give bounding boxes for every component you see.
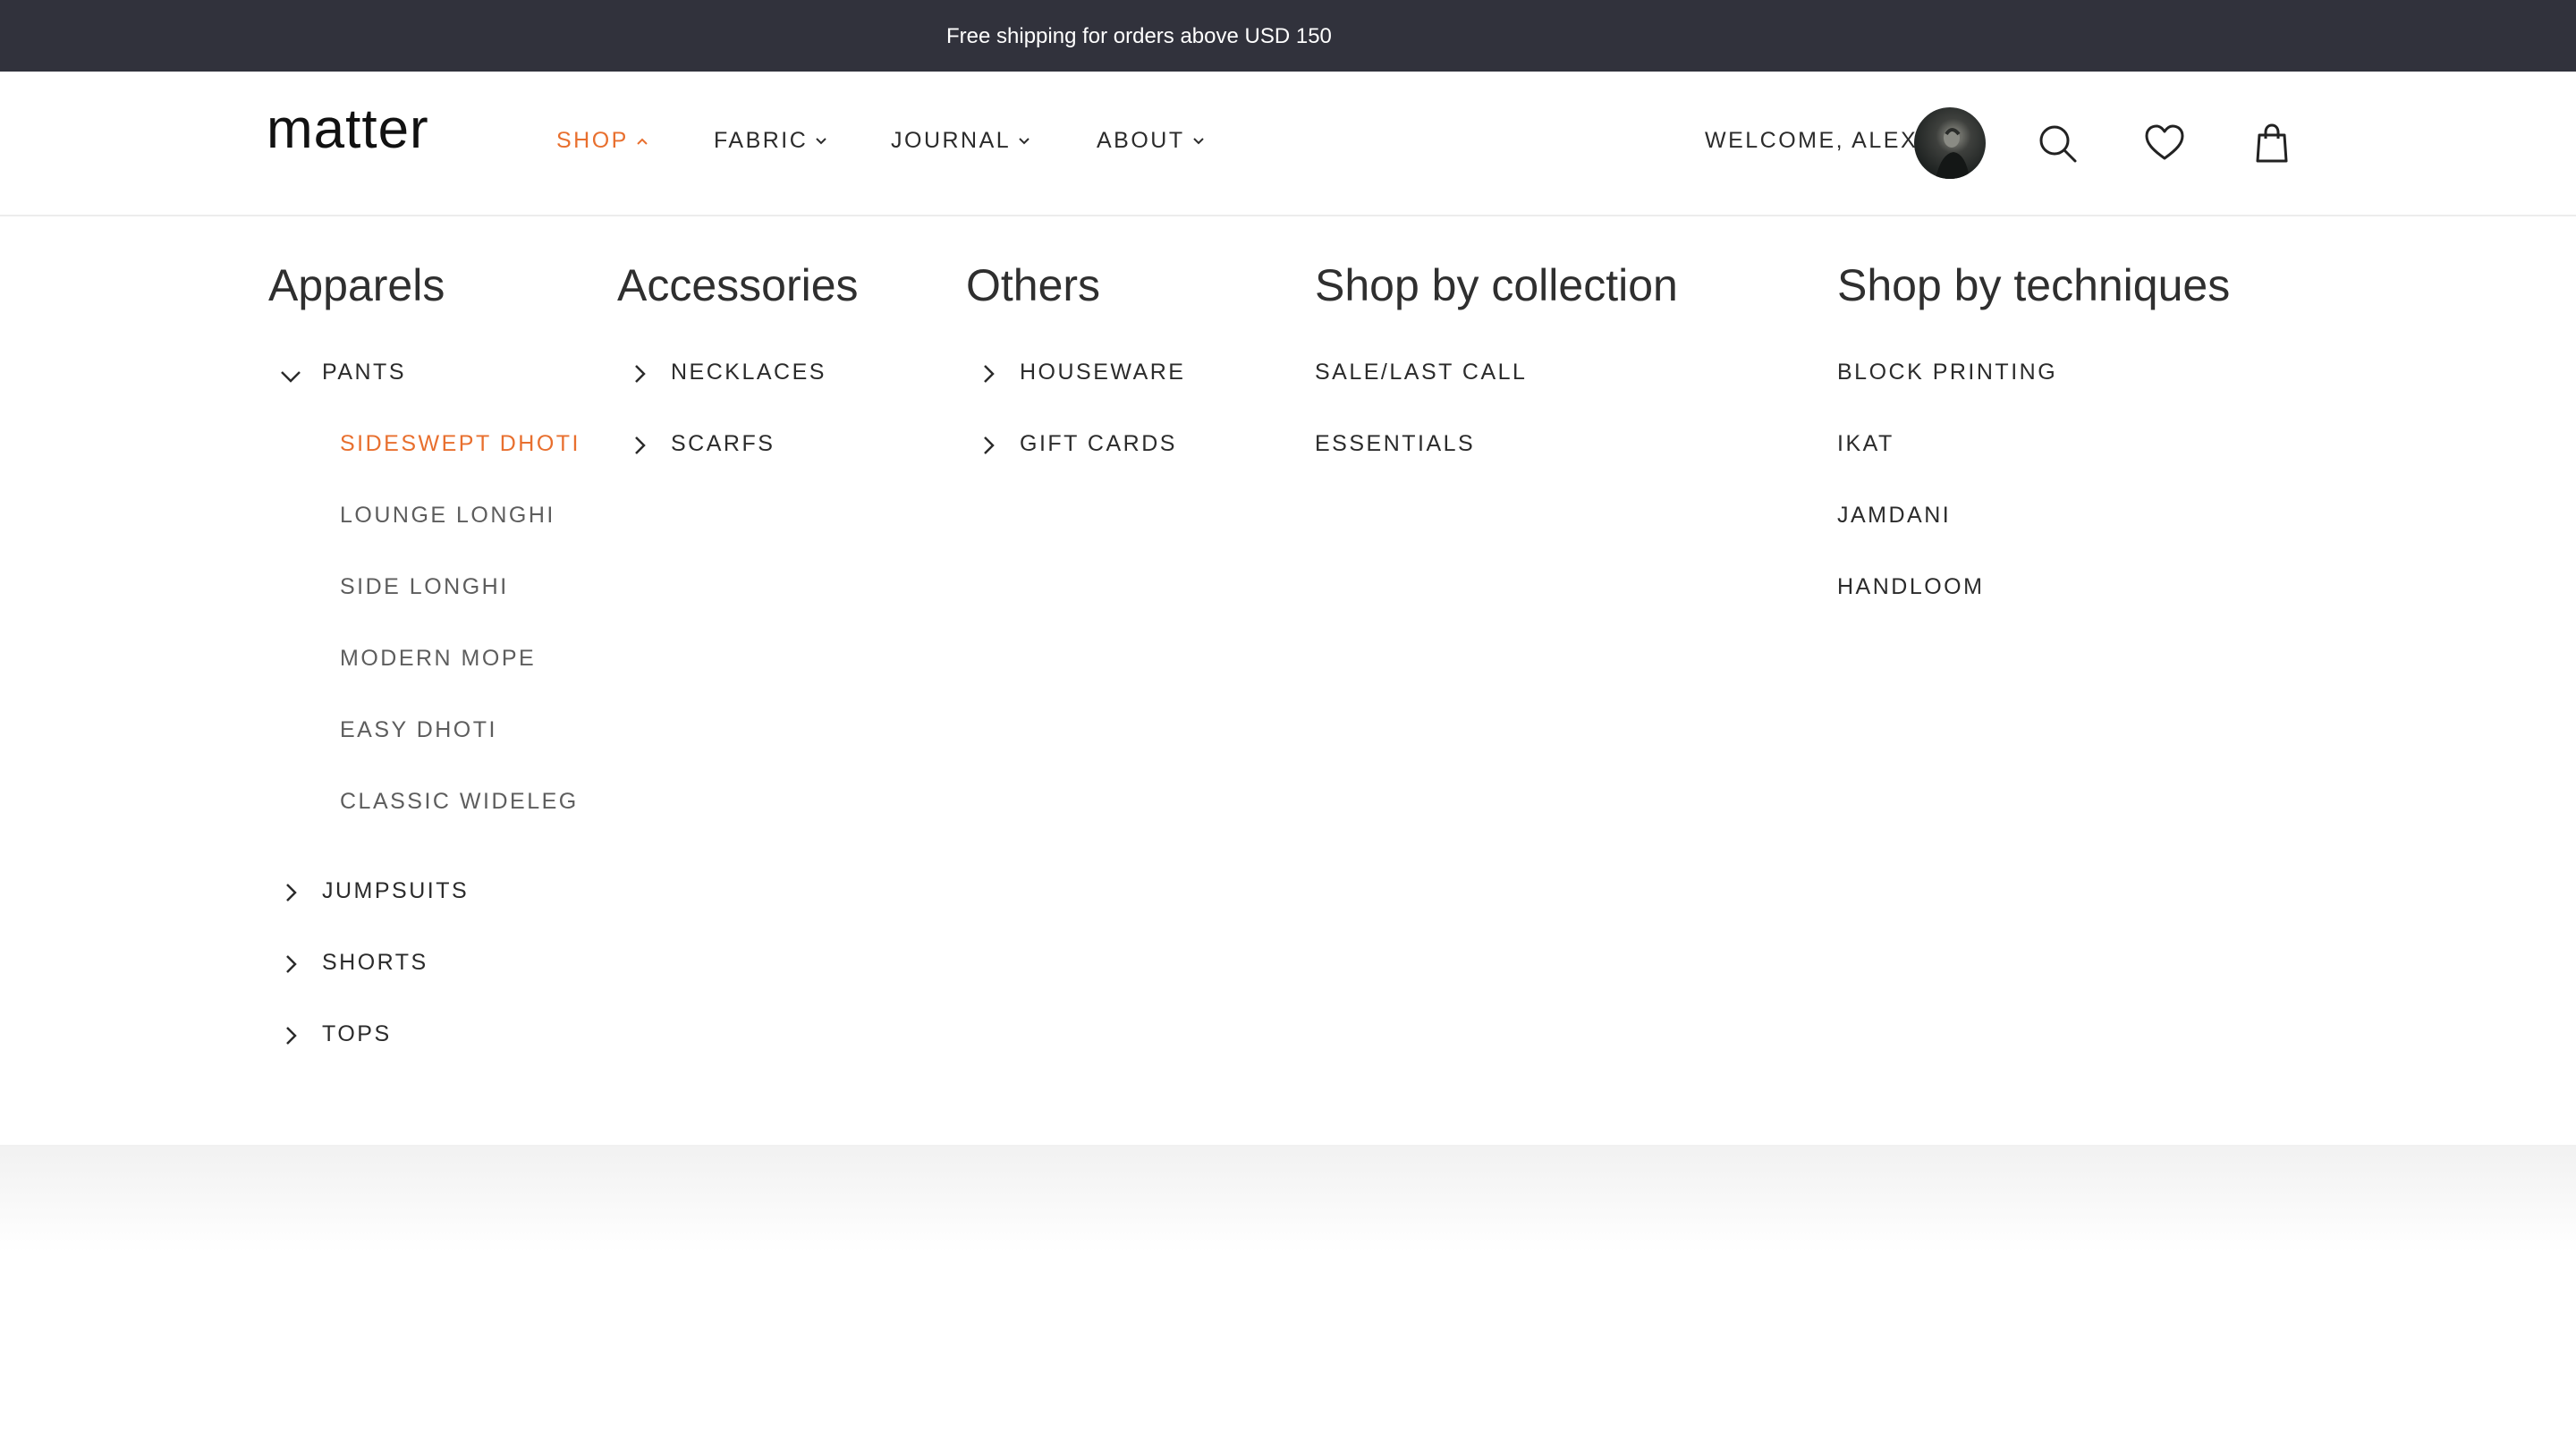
menu-sale-last-call[interactable]: SALE/LAST CALL <box>1315 360 1527 385</box>
menu-shadow <box>0 1145 2576 1252</box>
chevron-down-icon <box>1192 137 1204 144</box>
menu-shorts[interactable]: SHORTS <box>322 950 428 976</box>
welcome-text: WELCOME, ALEX <box>1705 128 1919 153</box>
chevron-down-icon[interactable] <box>279 368 302 385</box>
announcement-text: Free shipping for orders above USD 150 <box>946 24 1332 48</box>
chevron-right-icon[interactable] <box>283 882 299 903</box>
chevron-right-icon[interactable] <box>631 435 648 456</box>
avatar[interactable] <box>1914 107 1986 179</box>
nav-shop[interactable]: SHOP <box>556 128 648 154</box>
site-header: matter SHOP FABRIC JOURNAL ABOUT WELCOME… <box>0 72 2576 216</box>
chevron-right-icon[interactable] <box>980 363 996 385</box>
menu-jamdani[interactable]: JAMDANI <box>1837 503 1951 529</box>
menu-lounge-longhi[interactable]: LOUNGE LONGHI <box>340 503 555 529</box>
techniques-title: Shop by techniques <box>1837 260 2231 310</box>
others-title: Others <box>966 260 1101 310</box>
menu-essentials[interactable]: ESSENTIALS <box>1315 431 1475 457</box>
menu-scarfs[interactable]: SCARFS <box>671 431 775 457</box>
menu-jumpsuits[interactable]: JUMPSUITS <box>322 878 469 904</box>
profile-photo <box>1936 128 1970 179</box>
menu-block-printing[interactable]: BLOCK PRINTING <box>1837 360 2057 385</box>
nav-fabric-label: FABRIC <box>714 128 809 153</box>
heart-icon[interactable] <box>2143 122 2186 165</box>
menu-ikat[interactable]: IKAT <box>1837 431 1894 457</box>
menu-pants[interactable]: PANTS <box>322 360 406 385</box>
shop-mega-menu: Apparels PANTS SIDESWEPT DHOTI LOUNGE LO… <box>0 216 2576 1145</box>
chevron-right-icon[interactable] <box>980 435 996 456</box>
logo[interactable]: matter <box>267 102 429 157</box>
collection-title: Shop by collection <box>1315 260 1678 310</box>
shopping-bag-icon[interactable] <box>2250 122 2293 165</box>
menu-side-longhi[interactable]: SIDE LONGHI <box>340 574 509 600</box>
menu-classic-wideleg[interactable]: CLASSIC WIDELEG <box>340 789 579 815</box>
nav-about[interactable]: ABOUT <box>1097 128 1205 154</box>
nav-about-label: ABOUT <box>1097 128 1185 153</box>
menu-modern-mope[interactable]: MODERN MOPE <box>340 646 536 672</box>
menu-handloom[interactable]: HANDLOOM <box>1837 574 1984 600</box>
chevron-down-icon <box>816 137 827 144</box>
menu-gift-cards[interactable]: GIFT CARDS <box>1020 431 1177 457</box>
chevron-right-icon[interactable] <box>283 1025 299 1046</box>
nav-shop-label: SHOP <box>556 128 629 153</box>
menu-tops[interactable]: TOPS <box>322 1021 392 1047</box>
chevron-right-icon[interactable] <box>283 953 299 975</box>
menu-sideswept-dhoti[interactable]: SIDESWEPT DHOTI <box>340 431 580 457</box>
menu-necklaces[interactable]: NECKLACES <box>671 360 826 385</box>
nav-fabric[interactable]: FABRIC <box>714 128 827 154</box>
menu-easy-dhoti[interactable]: EASY DHOTI <box>340 717 497 743</box>
menu-houseware[interactable]: HOUSEWARE <box>1020 360 1185 385</box>
announcement-bar: Free shipping for orders above USD 150 <box>0 0 2576 72</box>
chevron-down-icon <box>1019 137 1030 144</box>
accessories-title: Accessories <box>617 260 859 310</box>
nav-journal[interactable]: JOURNAL <box>891 128 1030 154</box>
nav-journal-label: JOURNAL <box>891 128 1012 153</box>
chevron-up-icon <box>637 138 648 145</box>
search-icon[interactable] <box>2036 122 2079 165</box>
chevron-right-icon[interactable] <box>631 363 648 385</box>
apparels-title: Apparels <box>268 260 445 310</box>
